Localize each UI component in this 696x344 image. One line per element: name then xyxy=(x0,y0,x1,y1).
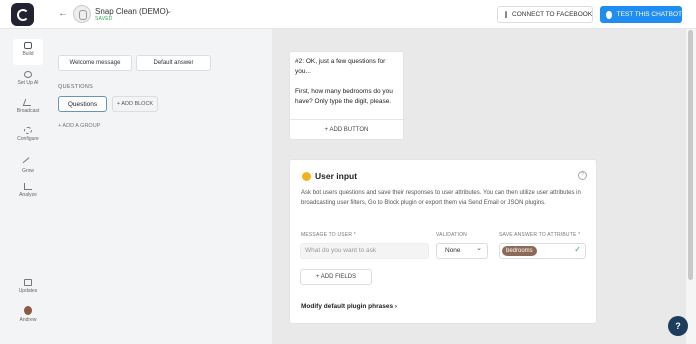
bot-name[interactable]: Snap Clean (DEMO) xyxy=(95,7,168,16)
user-avatar xyxy=(24,306,32,315)
nav-label: Analyze xyxy=(19,192,37,198)
test-chatbot-label: TEST THIS CHATBOT xyxy=(616,11,682,18)
nav-label: Build xyxy=(22,51,34,57)
help-chat-button[interactable]: ? xyxy=(668,316,688,336)
add-block-button[interactable]: + ADD BLOCK xyxy=(112,96,158,112)
left-nav: Build Set Up AI Broadcast Configure Grow… xyxy=(0,29,56,344)
message-label: MESSAGE TO USER * xyxy=(301,232,356,238)
modify-phrases-link[interactable]: Modify default plugin phrases › xyxy=(301,303,397,310)
add-fields-button[interactable]: + ADD FIELDS xyxy=(300,269,372,285)
add-button[interactable]: + ADD BUTTON xyxy=(290,120,403,140)
user-input-card: User input ? Ask bot users questions and… xyxy=(289,159,597,324)
validation-label: VALIDATION xyxy=(436,232,467,238)
grow-icon xyxy=(22,157,34,168)
default-answer-block[interactable]: Default answer xyxy=(136,55,211,71)
saved-status: SAVED xyxy=(95,16,113,22)
nav-label: Set Up AI xyxy=(17,80,39,86)
chevron-down-icon[interactable]: ⌄ xyxy=(166,7,172,15)
ai-icon xyxy=(24,71,32,78)
attribute-label: SAVE ANSWER TO ATTRIBUTE * xyxy=(499,232,581,238)
back-arrow-icon[interactable]: ← xyxy=(58,8,68,19)
build-icon xyxy=(24,42,32,49)
questions-block[interactable]: Questions xyxy=(58,96,107,112)
test-chatbot-button[interactable]: TEST THIS CHATBOT xyxy=(600,6,682,23)
nav-grow[interactable]: Grow xyxy=(0,155,56,174)
questions-heading: QUESTIONS xyxy=(58,84,94,90)
bot-avatar[interactable] xyxy=(73,5,91,23)
help-icon[interactable]: ? xyxy=(578,171,587,180)
add-group-button[interactable]: + ADD A GROUP xyxy=(58,123,100,129)
text-card: #2: OK, just a few questions for you... … xyxy=(289,51,404,140)
modify-phrases-label: Modify default plugin phrases xyxy=(301,303,394,310)
attribute-field[interactable]: bedrooms ✓ xyxy=(499,243,586,259)
block-sidebar xyxy=(56,29,272,344)
gear-icon xyxy=(24,127,32,134)
nav-label: Andrew xyxy=(19,317,37,323)
user-input-title: User input xyxy=(315,171,358,181)
connect-facebook-label: CONNECT TO FACEBOOK xyxy=(512,11,593,18)
nav-analyze[interactable]: Analyze xyxy=(0,183,56,198)
message-to-user-input[interactable]: What do you want to ask xyxy=(300,243,429,259)
chatfuel-logo[interactable] xyxy=(11,3,34,26)
nav-label: Broadcast xyxy=(16,108,40,114)
updates-icon xyxy=(24,279,32,286)
nav-label: Configure xyxy=(17,136,39,142)
check-icon: ✓ xyxy=(574,245,581,254)
nav-label: Updates xyxy=(18,288,38,294)
scrollbar-thumb[interactable] xyxy=(688,30,693,280)
nav-user[interactable]: Andrew xyxy=(0,306,56,323)
welcome-message-block[interactable]: Welcome message xyxy=(58,55,132,71)
nav-configure[interactable]: Configure xyxy=(0,127,56,142)
top-bar: ← Snap Clean (DEMO) ⌄ SAVED CONNECT TO F… xyxy=(0,0,696,29)
chart-icon xyxy=(24,183,32,190)
bell-icon xyxy=(505,11,507,18)
attribute-chip[interactable]: bedrooms xyxy=(502,246,537,256)
text-card-message[interactable]: #2: OK, just a few questions for you... … xyxy=(295,57,401,107)
nav-set-up-ai[interactable]: Set Up AI xyxy=(0,71,56,86)
nav-broadcast[interactable]: Broadcast xyxy=(0,99,56,114)
broadcast-icon xyxy=(22,99,34,106)
nav-build[interactable]: Build xyxy=(0,42,56,57)
nav-updates[interactable]: Updates xyxy=(0,279,56,294)
user-input-icon xyxy=(302,172,311,181)
nav-label: Grow xyxy=(22,168,34,174)
connect-facebook-button[interactable]: CONNECT TO FACEBOOK xyxy=(497,6,593,23)
messenger-icon xyxy=(606,10,612,19)
user-input-description: Ask bot users questions and save their r… xyxy=(301,190,581,206)
chevron-right-icon: › xyxy=(394,303,398,310)
validation-select[interactable]: None xyxy=(436,242,488,259)
